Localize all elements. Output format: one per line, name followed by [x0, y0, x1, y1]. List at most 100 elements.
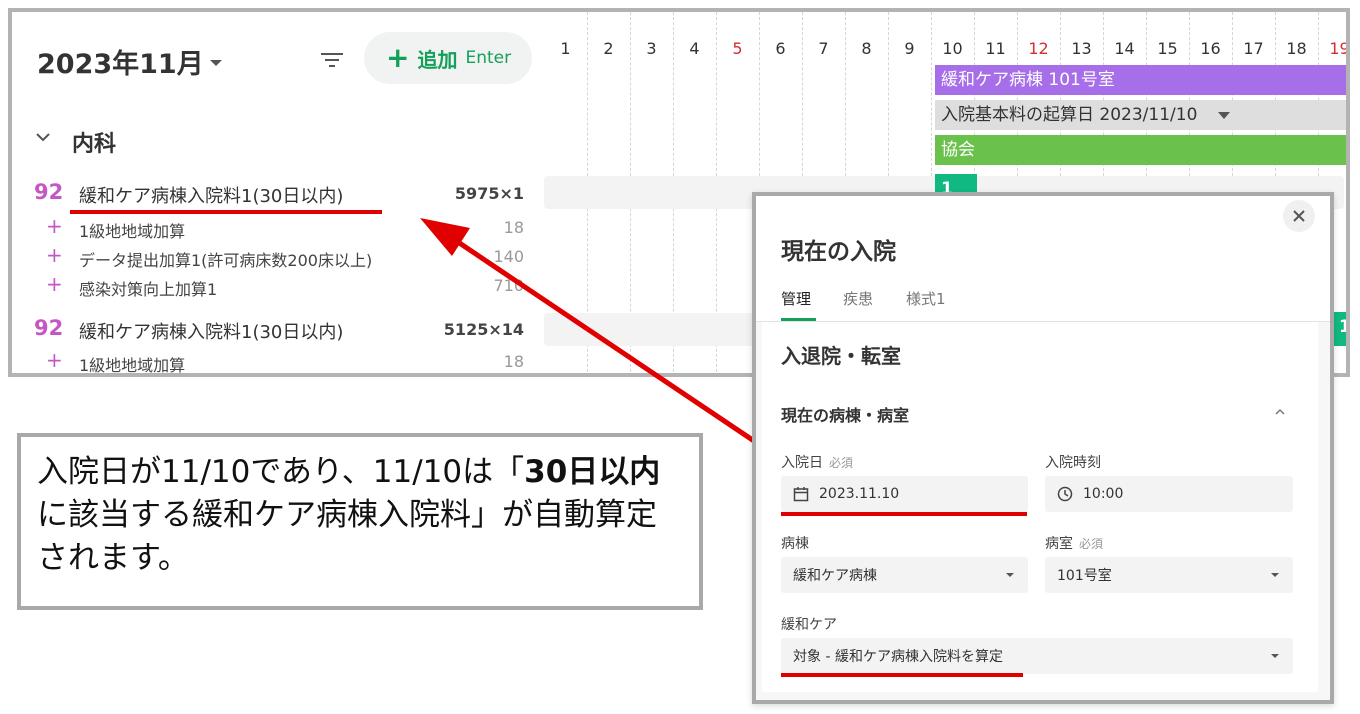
addon-value: 710 [493, 276, 524, 295]
chevron-down-icon[interactable] [36, 130, 50, 144]
close-button[interactable] [1283, 200, 1315, 232]
close-icon [1293, 210, 1305, 222]
tab-management[interactable]: 管理 [781, 288, 811, 309]
row-name: 緩和ケア病棟入院料1(30日以内) [79, 186, 344, 207]
clock-icon [1057, 486, 1073, 502]
addon-name: 1級地地域加算 [79, 356, 186, 375]
row-number: 92 [34, 180, 64, 204]
annotation-underline [70, 210, 382, 214]
month-title[interactable]: 2023年11月 [37, 42, 204, 81]
room-value: 101号室 [1057, 568, 1112, 584]
addon-name: データ提出加算1(許可病床数200床以上) [79, 251, 373, 270]
admission-date-value: 2023.11.10 [819, 486, 900, 502]
callout-text: 入院日が11/10であり、11/10は「 [37, 454, 525, 490]
admission-time-field[interactable]: 10:00 [1045, 476, 1293, 512]
callout-bold: 30日以内 [524, 454, 661, 490]
day-header: 15 [1157, 39, 1178, 58]
row-number: 92 [34, 316, 64, 340]
row-value: 5975×1 [454, 184, 524, 203]
caret-down-icon [1271, 573, 1279, 577]
count-marker[interactable]: 1 [1333, 312, 1346, 346]
caret-down-icon [1271, 654, 1279, 658]
annotation-underline [781, 673, 1023, 677]
admission-time-value: 10:00 [1083, 486, 1124, 502]
day-header: 6 [775, 39, 786, 58]
addon-value: 18 [503, 218, 524, 237]
admission-date-field[interactable]: 2023.11.10 [781, 476, 1028, 512]
day-header: 12 [1028, 39, 1049, 58]
dialog-title: 現在の入院 [781, 239, 896, 265]
day-header: 10 [942, 39, 963, 58]
plus-icon: + [46, 272, 63, 296]
add-button-label: 追加 [417, 47, 458, 72]
shortcut-key: Enter [465, 48, 512, 68]
annotation-underline [781, 512, 1027, 516]
association-bar[interactable]: 協会 [935, 135, 1346, 165]
field-label: 入院日 必須 [781, 452, 853, 472]
day-header: 8 [861, 39, 872, 58]
day-header: 7 [818, 39, 829, 58]
admission-date-label: 入院日 [781, 455, 823, 471]
ward-room-bar[interactable]: 緩和ケア病棟 101号室 [935, 65, 1346, 95]
day-header: 14 [1114, 39, 1135, 58]
day-header: 18 [1286, 39, 1307, 58]
room-select[interactable]: 101号室 [1045, 557, 1293, 593]
addon-row[interactable]: + データ提出加算1(許可病床数200床以上) 140 [34, 243, 524, 271]
addon-name: 感染対策向上加算1 [79, 280, 218, 299]
palliative-select[interactable]: 対象 - 緩和ケア病棟入院料を算定 [781, 638, 1293, 674]
ward-value: 緩和ケア病棟 [793, 568, 877, 584]
caret-down-icon [1218, 112, 1230, 119]
plus-icon: + [46, 214, 63, 238]
required-mark: 必須 [1079, 537, 1104, 551]
tab-form1[interactable]: 様式1 [906, 288, 946, 309]
subsection-title: 現在の病棟・病室 [781, 406, 910, 425]
day-header: 9 [904, 39, 915, 58]
row-value: 5125×14 [443, 320, 524, 339]
caret-down-icon [1006, 573, 1014, 577]
plus-icon: + [386, 41, 410, 74]
calendar-icon [793, 487, 809, 502]
charge-row[interactable]: 92 緩和ケア病棟入院料1(30日以内) 5125×14 [34, 316, 524, 346]
required-mark: 必須 [829, 456, 854, 470]
caret-down-icon[interactable] [210, 60, 222, 66]
addon-row[interactable]: + 1級地地域加算 18 [34, 214, 524, 242]
addon-row[interactable]: + 感染対策向上加算1 710 [34, 272, 524, 300]
chevron-up-icon[interactable] [1274, 407, 1286, 415]
addon-name: 1級地地域加算 [79, 222, 186, 241]
room-label: 病室 [1045, 536, 1073, 552]
admission-time-label: 入院時刻 [1045, 455, 1101, 471]
addon-value: 140 [493, 247, 524, 266]
callout-text: に該当する緩和ケア病棟入院料」が自動算定されます。 [37, 497, 657, 576]
current-admission-dialog: 現在の入院 管理 疾患 様式1 入退院・転室 現在の病棟・病室 入院日 必須 20… [752, 192, 1334, 704]
day-header: 2 [603, 39, 614, 58]
day-header: 5 [732, 39, 743, 58]
section-title: 入退院・転室 [781, 344, 901, 368]
annotation-callout: 入院日が11/10であり、11/10は「30日以内に該当する緩和ケア病棟入院料」… [17, 433, 703, 610]
plus-icon: + [46, 348, 63, 372]
palliative-value: 対象 - 緩和ケア病棟入院料を算定 [793, 649, 1003, 665]
palliative-label: 緩和ケア [781, 617, 837, 633]
plus-icon: + [46, 243, 63, 267]
start-date-bar-label: 入院基本料の起算日 2023/11/10 [941, 105, 1198, 125]
day-header: 3 [646, 39, 657, 58]
day-header: 11 [985, 39, 1006, 58]
section-title: 内科 [72, 132, 117, 157]
filter-icon[interactable] [320, 51, 344, 69]
divider [756, 321, 1330, 322]
day-header: 1 [560, 39, 571, 58]
add-button[interactable]: + 追加 Enter [364, 32, 532, 84]
day-header: 17 [1243, 39, 1264, 58]
start-date-bar[interactable]: 入院基本料の起算日 2023/11/10 [935, 100, 1346, 130]
field-label: 病室 必須 [1045, 533, 1103, 553]
day-header: 13 [1071, 39, 1092, 58]
ward-label: 病棟 [781, 536, 809, 552]
day-header: 16 [1200, 39, 1221, 58]
charge-row[interactable]: 92 緩和ケア病棟入院料1(30日以内) 5975×1 [34, 180, 524, 210]
ward-select[interactable]: 緩和ケア病棟 [781, 557, 1028, 593]
addon-row[interactable]: + 1級地地域加算 18 [34, 348, 524, 375]
tab-disease[interactable]: 疾患 [843, 288, 873, 309]
row-name: 緩和ケア病棟入院料1(30日以内) [79, 322, 344, 343]
addon-value: 18 [503, 352, 524, 371]
day-header: 4 [689, 39, 700, 58]
day-header: 19 [1329, 39, 1350, 58]
